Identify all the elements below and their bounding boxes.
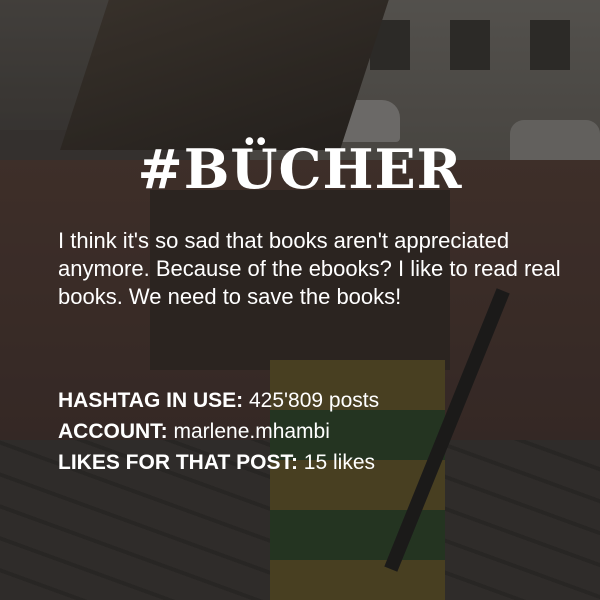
quote-text: I think it's so sad that books aren't ap… [58,228,561,309]
stat-label: HASHTAG IN USE: [58,389,244,412]
stat-value: 15 likes [303,451,375,474]
stat-hashtag-in-use: HASHTAG IN USE: 425'809 posts [58,385,578,416]
stat-value: marlene.mhambi [173,420,330,443]
post-card: #BÜCHER I think it's so sad that books a… [0,0,600,600]
hashtag-title: #BÜCHER [137,137,463,201]
stats-block: HASHTAG IN USE: 425'809 posts ACCOUNT: m… [58,385,578,478]
stat-value: 425'809 posts [248,389,380,412]
stat-account: ACCOUNT: marlene.mhambi [58,416,578,447]
stat-label: ACCOUNT: [58,420,168,443]
stat-label: LIKES FOR THAT POST: [58,451,298,474]
stat-likes: LIKES FOR THAT POST: 15 likes [58,447,578,478]
